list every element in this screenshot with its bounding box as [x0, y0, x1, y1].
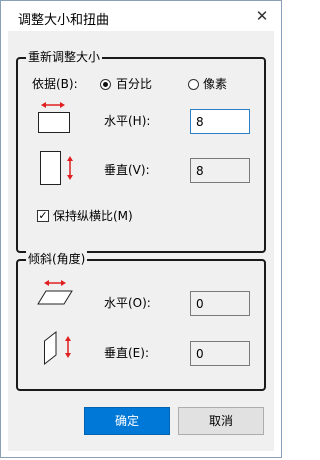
- ok-button[interactable]: 确定: [84, 407, 170, 435]
- checkmark-icon: ✓: [38, 209, 48, 222]
- close-icon: ✕: [255, 7, 269, 25]
- percent-label[interactable]: 百分比: [116, 77, 152, 91]
- window-title: 调整大小和扭曲: [18, 13, 110, 28]
- skew-horizontal-label: 水平(O):: [104, 296, 151, 310]
- vertical-resize-icon: [40, 151, 73, 185]
- keep-ratio-label[interactable]: 保持纵横比(M): [53, 209, 133, 223]
- vertical-skew-icon: [44, 331, 71, 365]
- skew-group-title: 倾斜(角度): [26, 251, 88, 267]
- cancel-button[interactable]: 取消: [178, 407, 264, 435]
- title-bar[interactable]: 调整大小和扭曲 ✕: [1, 1, 283, 31]
- skew-vertical-label: 垂直(E):: [104, 346, 149, 360]
- close-button[interactable]: ✕: [247, 5, 277, 27]
- percent-radio[interactable]: [100, 79, 111, 90]
- resize-group-title: 重新调整大小: [26, 49, 103, 65]
- resize-vertical-input[interactable]: [190, 158, 250, 183]
- keep-ratio-checkbox[interactable]: ✓: [37, 210, 49, 222]
- resize-group: 重新调整大小 依据(B): 百分比 像素 水平(H): 垂直: [16, 49, 266, 253]
- skew-horizontal-input[interactable]: [190, 291, 250, 316]
- skew-vertical-input[interactable]: [190, 341, 250, 366]
- horizontal-resize-icon: [38, 102, 70, 133]
- resize-vertical-label: 垂直(V):: [104, 163, 150, 177]
- skew-group: 倾斜(角度) 水平(O): 垂直(E):: [16, 251, 266, 391]
- pixels-label[interactable]: 像素: [203, 77, 227, 91]
- dialog-body: 重新调整大小 依据(B): 百分比 像素 水平(H): 垂直: [8, 31, 274, 451]
- resize-horizontal-label: 水平(H):: [104, 114, 151, 128]
- resize-horizontal-input[interactable]: [190, 109, 250, 134]
- pixels-radio[interactable]: [188, 79, 199, 90]
- horizontal-skew-icon: [37, 280, 73, 305]
- resize-skew-dialog: 调整大小和扭曲 ✕ 重新调整大小 依据(B): 百分比 像素 水平(H): 8 …: [0, 0, 282, 458]
- basis-label: 依据(B):: [32, 77, 78, 91]
